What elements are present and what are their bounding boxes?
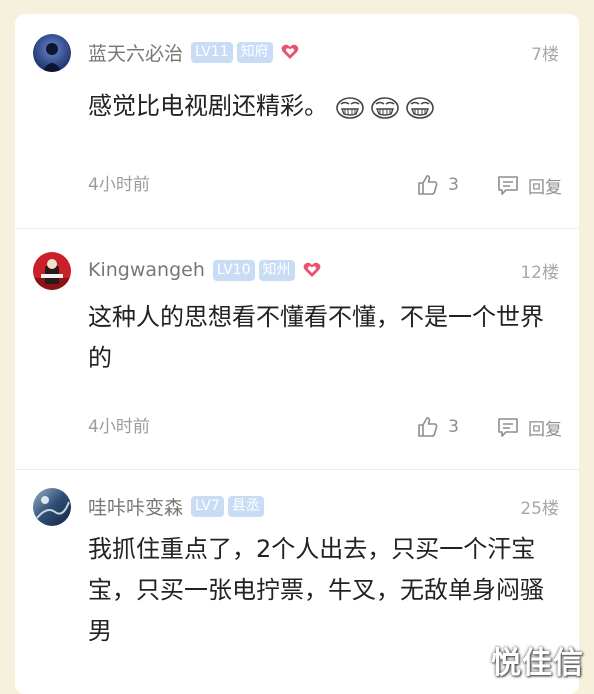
reply-icon (498, 418, 518, 437)
timestamp: 4小时前 (88, 175, 150, 195)
comment-meta: 4小时前 3 回复 (88, 172, 562, 198)
heart-badge-icon (303, 262, 320, 277)
comment-header: Kingwangeh LV10 知州 (88, 256, 322, 284)
comment-text: 感觉比电视剧还精彩。 (88, 86, 553, 127)
level-badge: LV7 (191, 495, 224, 517)
comment-card: 蓝天六必治 LV11 知府 7楼 感觉比电视剧还精彩。 4小时前 3 回复 Ki… (15, 14, 579, 694)
username[interactable]: 蓝天六必治 (88, 39, 183, 66)
reply-button[interactable]: 回复 (496, 414, 562, 440)
comment-header: 哇咔咔变森 LV7 县丞 (88, 492, 268, 520)
sweat-emoji-icon (336, 97, 364, 119)
title-badge: 县丞 (227, 495, 264, 517)
like-count: 3 (448, 175, 459, 195)
sweat-emoji-icon (406, 97, 434, 119)
avatar[interactable] (33, 488, 71, 526)
floor-number: 7楼 (531, 45, 559, 65)
comment-text: 我抓住重点了，2个人出去，只买一个汗宝宝，只买一张电拧票，牛叉，无敌单身闷骚男 (88, 535, 544, 645)
emoji-row (334, 94, 436, 120)
reply-button[interactable]: 回复 (496, 172, 562, 198)
username[interactable]: Kingwangeh (88, 259, 205, 281)
thumbs-up-icon (418, 417, 438, 437)
floor-number: 25楼 (520, 499, 559, 519)
comment-text: 这种人的思想看不懂看不懂，不是一个世界的 (88, 303, 544, 372)
comment-header: 蓝天六必治 LV11 知府 (88, 38, 300, 66)
thumbs-up-icon (418, 175, 438, 195)
like-button[interactable]: 3 (416, 414, 459, 440)
avatar[interactable] (33, 252, 71, 290)
floor-number: 12楼 (520, 263, 559, 283)
reply-icon (498, 176, 518, 195)
sweat-emoji-icon (371, 97, 399, 119)
comment-text-body: 感觉比电视剧还精彩。 (88, 92, 328, 120)
like-count: 3 (448, 417, 459, 437)
like-button[interactable]: 3 (416, 172, 459, 198)
level-badge: LV11 (191, 41, 233, 63)
level-badge: LV10 (212, 259, 255, 281)
comment-item: 蓝天六必治 LV11 知府 7楼 感觉比电视剧还精彩。 4小时前 3 回复 (15, 14, 579, 228)
comment-meta: 4小时前 3 回复 (88, 414, 562, 440)
timestamp: 4小时前 (88, 417, 150, 437)
title-badge: 知州 (258, 259, 295, 281)
heart-badge-icon (281, 44, 299, 59)
title-badge: 知府 (236, 41, 273, 63)
avatar[interactable] (33, 34, 71, 72)
watermark: 悦佳信 (491, 646, 584, 681)
reply-label: 回复 (528, 419, 562, 440)
comment-item: Kingwangeh LV10 知州 12楼 这种人的思想看不懂看不懂，不是一个… (15, 229, 579, 469)
reply-label: 回复 (528, 177, 562, 198)
username[interactable]: 哇咔咔变森 (88, 493, 183, 520)
